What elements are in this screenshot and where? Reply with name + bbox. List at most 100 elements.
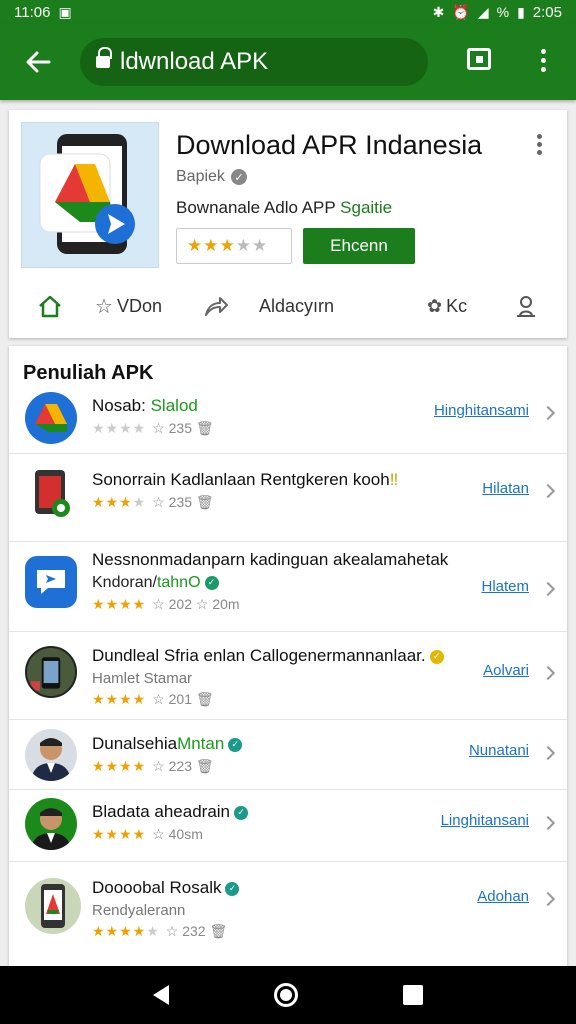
url-text: ldwnload APK (120, 48, 269, 75)
developer-name: Bapiek (176, 168, 225, 185)
list-item[interactable]: Dundleal Sfria enlan Callogenermannanlaa… (9, 632, 567, 720)
person-photo-icon (25, 729, 77, 781)
chevron-right-icon (540, 665, 556, 681)
app-rating: ★★★ ★★ (176, 228, 292, 264)
verified-badge-icon: ✓ (225, 881, 240, 896)
chevron-right-icon (540, 483, 556, 499)
item-name: Nessnonmadanparn kadinguan akealamahetak (92, 550, 449, 569)
share-action[interactable] (203, 295, 229, 317)
item-name: Bladata aheadrain ✓ (92, 802, 249, 822)
apk-list-card: Penuliah APK Nosab: Slalod ★★★★ ☆ 235 🗑 H… (9, 346, 567, 968)
app-subtitle-text: Bownanale Adlo APP (176, 198, 341, 217)
rating-stars-dim: ★★ (235, 236, 269, 255)
list-item[interactable]: Bladata aheadrain ✓ ★★★★ ☆ 40sm Linghitans… (9, 790, 567, 862)
list-item[interactable]: Nessnonmadanparn kadinguan akealamahetak… (9, 542, 567, 632)
star-outline-icon: ☆ (95, 295, 113, 318)
bluetooth-icon: ✱ (432, 4, 445, 20)
nav-recents-button[interactable] (403, 985, 424, 1005)
item-sub: Rendyalerann (92, 902, 186, 919)
app-more-menu[interactable] (537, 134, 542, 155)
drive-phone-icon (39, 134, 135, 254)
nav-home-button[interactable] (273, 983, 298, 1007)
drive-icon (25, 392, 77, 444)
system-nav-bar (0, 966, 576, 1024)
item-meta: ★★★★ ☆ 201 🗑 (92, 691, 214, 707)
install-button[interactable]: Ehcenn (303, 228, 415, 264)
verified-icon: ✓ (230, 169, 247, 185)
rating-stars: ★★★ (187, 236, 236, 255)
list-item[interactable]: Sonorrain Kadlanlaan Rentgkeren kooh‼ ★★… (9, 454, 567, 542)
app-header-card: Download APR Indanesia Bapiek ✓ Bownanal… (9, 110, 567, 338)
app-developer[interactable]: Bapiek ✓ (176, 168, 247, 186)
list-title: Penuliah APK (23, 362, 154, 384)
url-bar[interactable]: ldwnload APK (80, 38, 428, 86)
item-name: Sonorrain Kadlanlaan Rentgkeren kooh‼ (92, 470, 399, 489)
item-link[interactable]: Aolvari (483, 662, 529, 679)
app-red-icon (25, 468, 77, 520)
chevron-right-icon (540, 891, 556, 907)
item-link[interactable]: Linghitansani (441, 812, 529, 829)
item-link[interactable]: Hilatan (482, 480, 529, 497)
item-link[interactable]: Adohan (477, 888, 529, 905)
item-name: Dundleal Sfria enlan Callogenermannanlaa… (92, 646, 444, 666)
app-action-row: ☆ VDon Aldacyırn ✿ Kc (9, 286, 567, 326)
home-action[interactable] (37, 294, 63, 318)
app-subtitle-accent: Sgaitie (340, 198, 393, 217)
wishlist-label: VDon (116, 295, 162, 316)
verified-badge-icon: ✓ (429, 649, 444, 664)
lock-icon (96, 47, 112, 70)
status-time-right: 2:05 (532, 3, 562, 21)
verified-badge-icon: ✓ (234, 805, 249, 820)
tabs-button[interactable] (462, 42, 496, 76)
app-subtitle: Bownanale Adlo APP Sgaitie (176, 198, 392, 218)
image-notification-icon: ▣ (58, 4, 72, 20)
profile-action[interactable] (515, 294, 537, 318)
status-bar: 11:06 ▣ ✱ ⏰ ◢ % ▮ 2:05 (0, 0, 576, 24)
item-link[interactable]: Hinghitansami (434, 402, 529, 419)
verified-badge-icon: ✓ (228, 737, 243, 752)
battery-percent: % (496, 4, 510, 20)
item-meta: ★★★★★ ☆ 232 🗑 (92, 923, 228, 939)
drive-phone-icon (25, 878, 81, 934)
alarm-icon: ⏰ (452, 4, 470, 20)
app-icon (21, 122, 159, 268)
details-label: Aldacyırn (259, 295, 335, 316)
list-item[interactable]: DunalsehiaMntan ✓ ★★★★ ☆ 223 🗑 Nunatani (9, 720, 567, 790)
home-icon (39, 295, 61, 318)
list-item[interactable]: Nosab: Slalod ★★★★ ☆ 235 🗑 Hinghitansami (9, 386, 567, 454)
item-sub: Kndoran/tahnO ✓ (92, 574, 448, 592)
person-photo-green-icon (25, 798, 77, 850)
chat-icon (25, 556, 77, 608)
puzzle-icon: ✿ (427, 295, 443, 316)
wishlist-action[interactable]: ☆ VDon (95, 294, 162, 319)
app-title: Download APR Indanesia (176, 130, 483, 160)
signal-icon: ◢ (477, 4, 489, 20)
item-meta: ★★★★ ☆ 223 🗑 (92, 758, 214, 774)
chevron-right-icon (540, 405, 556, 421)
person-icon (517, 296, 535, 317)
item-link[interactable]: Hlatem (481, 578, 529, 595)
browser-menu-button[interactable] (528, 42, 558, 78)
share-icon (205, 297, 228, 316)
list-item[interactable]: Doooobal Rosalk ✓ Rendyalerann ★★★★★ ☆ 232… (9, 862, 567, 966)
back-button[interactable] (10, 34, 66, 90)
chevron-right-icon (540, 581, 556, 597)
phone-photo-icon (25, 646, 77, 698)
item-name: Nosab: Slalod (92, 396, 198, 415)
browser-toolbar: ldwnload APK (0, 24, 576, 100)
item-meta: ★★★★ ☆ 40sm (92, 826, 203, 842)
permissions-action[interactable]: ✿ Kc (427, 296, 467, 317)
tabs-icon (467, 48, 491, 70)
chevron-right-icon (540, 745, 556, 761)
details-action[interactable]: Aldacyırn (259, 296, 334, 317)
item-meta: ★★★★ ☆ 202 ☆ 20m (92, 596, 240, 612)
chevron-right-icon (540, 815, 556, 831)
item-name: Doooobal Rosalk ✓ (92, 878, 240, 898)
item-name: DunalsehiaMntan ✓ (92, 734, 243, 754)
permissions-label: Kc (446, 295, 468, 316)
item-meta: ★★★★ ☆ 235 🗑 (92, 494, 214, 510)
item-link[interactable]: Nunatani (469, 742, 529, 759)
status-time: 11:06 (14, 3, 51, 21)
battery-icon: ▮ (517, 4, 525, 20)
nav-back-button[interactable] (152, 985, 169, 1005)
